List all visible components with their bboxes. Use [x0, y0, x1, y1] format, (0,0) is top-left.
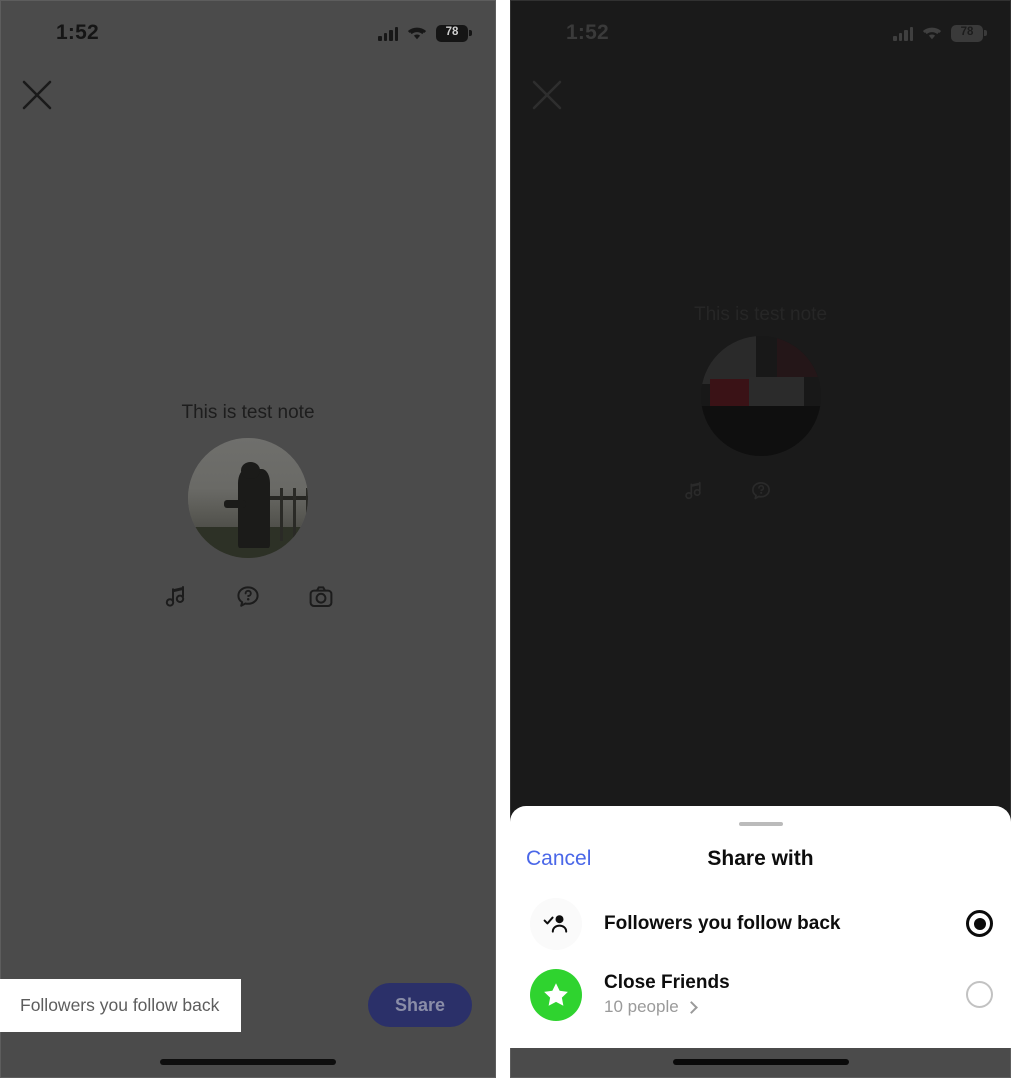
- cellular-bars-icon: [893, 26, 913, 41]
- option-subtitle-row[interactable]: 10 people: [604, 996, 966, 1018]
- share-button[interactable]: Share: [367, 983, 472, 1027]
- person-check-icon: [530, 897, 582, 950]
- music-icon[interactable]: [160, 582, 190, 612]
- option-close-friends[interactable]: Close Friends 10 people: [510, 959, 1011, 1030]
- home-indicator: [672, 1059, 849, 1065]
- note-action-row: [678, 476, 844, 506]
- prompt-bubble-icon[interactable]: [233, 582, 263, 612]
- star-icon: [530, 968, 582, 1021]
- note-action-row: [160, 582, 336, 612]
- status-time: 1:52: [56, 21, 99, 44]
- audience-selector-callout[interactable]: Followers you follow back: [0, 978, 242, 1032]
- option-title: Followers you follow back: [604, 912, 841, 934]
- camera-icon[interactable]: [306, 582, 336, 612]
- battery-icon: 78: [951, 24, 987, 42]
- music-icon[interactable]: [678, 476, 708, 506]
- right-phone-screen: 1:52 78 This is test note Cancel Share w…: [510, 0, 1011, 1078]
- note-composer-right: This is test note: [510, 302, 1011, 506]
- cancel-button[interactable]: Cancel: [526, 847, 591, 871]
- close-icon[interactable]: [530, 78, 564, 112]
- status-indicators: 78: [893, 24, 987, 42]
- battery-level: 78: [445, 26, 459, 39]
- wifi-icon: [407, 27, 427, 39]
- avatar: [700, 336, 821, 456]
- note-text: This is test note: [181, 402, 315, 423]
- sheet-header: Cancel Share with: [510, 830, 1011, 888]
- cellular-bars-icon: [378, 26, 398, 41]
- status-bar-right: 1:52 78: [510, 0, 1011, 66]
- note-composer-left: This is test note: [0, 400, 496, 612]
- option-text: Followers you follow back: [604, 912, 966, 936]
- drag-handle[interactable]: [738, 822, 783, 826]
- status-indicators: 78: [378, 24, 472, 42]
- close-icon[interactable]: [20, 78, 54, 112]
- share-with-sheet: Cancel Share with Followers you follow b…: [510, 806, 1011, 1078]
- home-indicator: [160, 1059, 336, 1065]
- left-phone-screen: 1:52 78 This is test note Followers you …: [0, 0, 496, 1078]
- prompt-bubble-icon[interactable]: [746, 476, 776, 506]
- status-bar-left: 1:52 78: [0, 0, 496, 66]
- option-followers-you-follow-back[interactable]: Followers you follow back: [510, 888, 1011, 959]
- avatar: [188, 438, 308, 558]
- panel-divider: [496, 0, 510, 1078]
- battery-level: 78: [960, 26, 974, 39]
- wifi-icon: [922, 27, 942, 39]
- option-title: Close Friends: [604, 972, 730, 993]
- chevron-right-icon: [684, 1000, 698, 1014]
- left-bottom-bar: Followers you follow back Share: [0, 978, 496, 1032]
- radio-close-friends-unselected[interactable]: [966, 981, 993, 1008]
- screenshot-stage: 1:52 78 This is test note Followers you …: [0, 0, 1011, 1078]
- note-text: This is test note: [693, 304, 828, 325]
- battery-icon: 78: [436, 24, 472, 42]
- option-text: Close Friends 10 people: [604, 971, 966, 1018]
- radio-followers-selected[interactable]: [966, 910, 993, 937]
- status-time: 1:52: [566, 21, 609, 44]
- option-subtitle: 10 people: [604, 997, 679, 1016]
